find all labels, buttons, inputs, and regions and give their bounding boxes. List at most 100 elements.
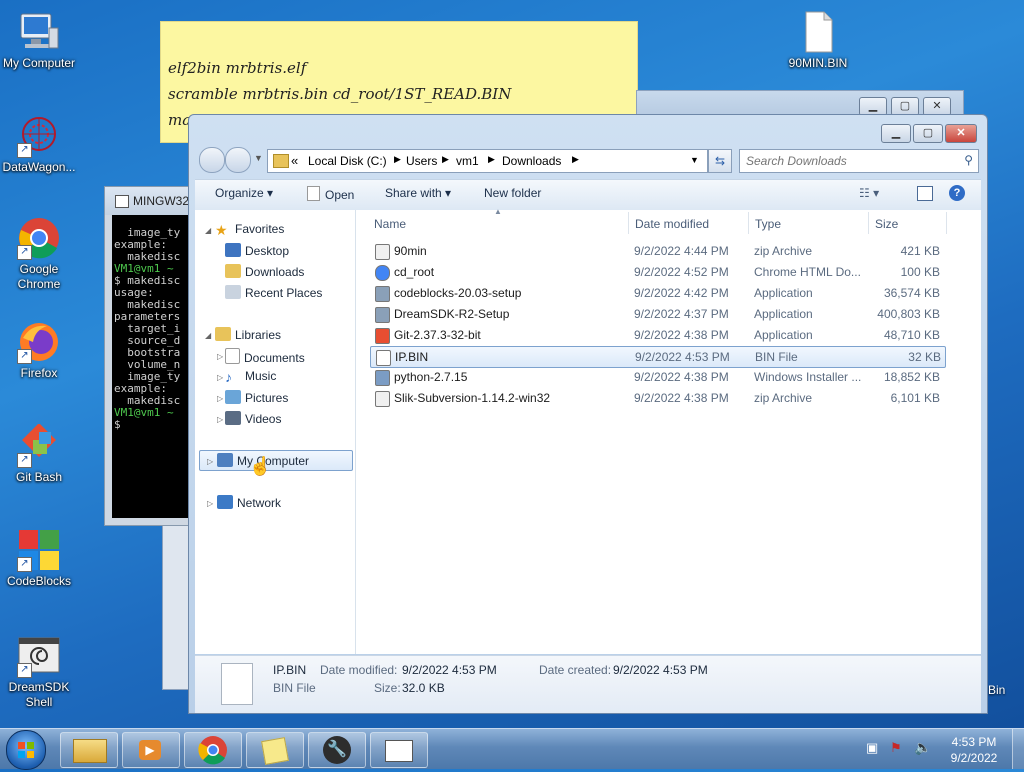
sticky-line-2: scramble mrbtris.bin cd_root/1ST_READ.BI… xyxy=(168,85,512,103)
file-name: IP.BIN xyxy=(395,350,429,364)
nav-downloads[interactable]: Downloads xyxy=(225,264,304,279)
start-button[interactable] xyxy=(6,730,46,770)
file-size: 48,710 KB xyxy=(883,328,940,342)
preview-pane-icon[interactable] xyxy=(917,186,933,201)
column-header-date[interactable]: Date modified xyxy=(635,217,709,231)
breadcrumb-vm1[interactable]: vm1 xyxy=(456,154,479,168)
file-type: Application xyxy=(754,286,813,300)
file-row[interactable]: IP.BIN 9/2/2022 4:53 PM BIN File 32 KB xyxy=(370,346,946,368)
desktop-icon-dreamsdk[interactable]: ↗ DreamSDK Shell xyxy=(1,634,77,710)
back-button[interactable] xyxy=(199,147,225,173)
collapse-arrow-icon[interactable]: ▷ xyxy=(217,352,223,361)
details-created-value: 9/2/2022 4:53 PM xyxy=(613,663,708,677)
file-row[interactable]: Slik-Subversion-1.14.2-win32 9/2/2022 4:3… xyxy=(370,388,944,408)
details-modified-value: 9/2/2022 4:53 PM xyxy=(402,663,497,677)
desktop-icon-firefox[interactable]: ↗ Firefox xyxy=(1,320,77,381)
breadcrumb-arrow-icon[interactable]: ▶ xyxy=(442,154,449,165)
refresh-button[interactable]: ⇆ xyxy=(708,149,732,173)
column-header-type[interactable]: Type xyxy=(755,217,781,231)
breadcrumb-arrow-icon[interactable]: ▶ xyxy=(572,154,579,165)
network-tray-icon[interactable]: ▣ xyxy=(866,740,878,756)
volume-tray-icon[interactable]: 🔈 xyxy=(914,739,931,756)
clock-date: 9/2/2022 xyxy=(950,751,998,765)
nav-network[interactable]: Network xyxy=(217,495,281,510)
breadcrumb-arrow-icon[interactable]: ▶ xyxy=(488,154,495,165)
desktop-icon-my-computer[interactable]: My Computer xyxy=(1,10,77,71)
nav-videos[interactable]: Videos xyxy=(225,411,281,426)
nav-recent-places[interactable]: Recent Places xyxy=(225,285,322,300)
file-row[interactable]: DreamSDK-R2-Setup 9/2/2022 4:37 PM Applica… xyxy=(370,304,944,324)
column-header-size[interactable]: Size xyxy=(875,217,898,231)
details-created-label: Date created: xyxy=(539,663,612,677)
collapse-arrow-icon[interactable]: ▷ xyxy=(217,394,223,403)
share-with-button[interactable]: Share with ▾ xyxy=(385,186,451,200)
open-button[interactable]: Open xyxy=(307,186,354,202)
taskbar: ▶ 🔧 ▣ ⚑ 🔈 4:53 PM 9/2/2022 xyxy=(0,728,1024,770)
collapse-arrow-icon[interactable]: ▷ xyxy=(217,415,223,424)
expand-arrow-icon[interactable]: ◢ xyxy=(205,226,211,235)
file-row[interactable]: Git-2.37.3-32-bit 9/2/2022 4:38 PM Applica… xyxy=(370,325,944,345)
address-overflow[interactable]: « xyxy=(291,153,298,168)
taskbar-sticky-notes[interactable] xyxy=(246,732,304,768)
desktop-icon-datawagon[interactable]: ↗ DataWagon... xyxy=(1,114,77,175)
taskbar-chrome[interactable] xyxy=(184,732,242,768)
nav-documents[interactable]: Documents xyxy=(225,348,305,365)
help-icon[interactable]: ? xyxy=(949,185,965,201)
breadcrumb-arrow-icon[interactable]: ▶ xyxy=(394,154,401,165)
view-options-icon[interactable]: ☷ ▾ xyxy=(859,186,879,200)
minimize-button[interactable]: ▁ xyxy=(881,124,911,143)
breadcrumb-users[interactable]: Users xyxy=(406,154,437,168)
collapse-arrow-icon[interactable]: ▷ xyxy=(217,373,223,382)
desktop-icon-90min-bin[interactable]: 90MIN.BIN xyxy=(780,10,856,71)
breadcrumb-downloads[interactable]: Downloads xyxy=(502,154,561,168)
column-header-name[interactable]: Name xyxy=(374,217,406,231)
zip-icon xyxy=(375,391,390,407)
forward-button[interactable] xyxy=(225,147,251,173)
column-divider[interactable] xyxy=(946,212,947,234)
column-divider[interactable] xyxy=(628,212,629,234)
nav-music[interactable]: ♪ Music xyxy=(225,369,276,385)
libraries-icon xyxy=(215,327,231,341)
taskbar-console[interactable] xyxy=(370,732,428,768)
file-row[interactable]: 90min 9/2/2022 4:44 PM zip Archive 421 KB xyxy=(370,241,944,261)
file-icon xyxy=(221,663,253,705)
desktop-icon-gitbash[interactable]: ↗ Git Bash xyxy=(1,423,77,485)
taskbar-explorer[interactable] xyxy=(60,732,118,768)
collapse-arrow-icon[interactable]: ▷ xyxy=(207,499,213,508)
desktop-icon-chrome[interactable]: ↗ Google Chrome xyxy=(1,216,77,292)
computer-icon xyxy=(17,10,61,54)
breadcrumb-local-disk[interactable]: Local Disk (C:) xyxy=(308,154,387,168)
nav-pictures[interactable]: Pictures xyxy=(225,390,288,405)
show-desktop-button[interactable] xyxy=(1012,729,1024,769)
action-center-tray-icon[interactable]: ⚑ xyxy=(890,740,902,756)
address-bar[interactable]: « Local Disk (C:) ▶ Users ▶ vm1 ▶ Downlo… xyxy=(267,149,708,173)
organize-button[interactable]: Organize ▾ xyxy=(215,186,273,200)
taskbar-dreamsdk[interactable]: 🔧 xyxy=(308,732,366,768)
recent-pages-dropdown[interactable]: ▼ xyxy=(254,153,263,163)
close-button[interactable]: ✕ xyxy=(945,124,977,143)
address-dropdown-icon[interactable]: ▼ xyxy=(690,155,699,165)
search-icon[interactable]: ⚲ xyxy=(964,153,973,167)
file-row[interactable]: codeblocks-20.03-setup 9/2/2022 4:42 PM Ap… xyxy=(370,283,944,303)
file-row[interactable]: cd_root 9/2/2022 4:52 PM Chrome HTML Do...… xyxy=(370,262,944,282)
file-type: Application xyxy=(754,307,813,321)
new-folder-button[interactable]: New folder xyxy=(484,186,541,200)
collapse-arrow-icon[interactable]: ▷ xyxy=(207,457,213,466)
column-divider[interactable] xyxy=(748,212,749,234)
desktop-icon-codeblocks[interactable]: ↗ CodeBlocks xyxy=(1,528,77,589)
desktop-icon-label: Firefox xyxy=(20,366,58,380)
computer-icon xyxy=(217,453,233,467)
column-divider[interactable] xyxy=(868,212,869,234)
taskbar-media-player[interactable]: ▶ xyxy=(122,732,180,768)
expand-arrow-icon[interactable]: ◢ xyxy=(205,331,211,340)
maximize-button[interactable]: ▢ xyxy=(913,124,943,143)
console-app-icon xyxy=(115,195,129,208)
nav-desktop[interactable]: Desktop xyxy=(225,243,289,258)
nav-libraries[interactable]: Libraries xyxy=(215,327,281,342)
clock[interactable]: 4:53 PM 9/2/2022 xyxy=(944,734,1004,766)
file-row[interactable]: python-2.7.15 9/2/2022 4:38 PM Windows Ins… xyxy=(370,367,944,387)
explorer-window[interactable]: ▁ ▢ ✕ ▼ « Local Disk (C:) ▶ Users ▶ vm1 … xyxy=(188,114,988,714)
nav-favorites[interactable]: ★ Favorites xyxy=(215,222,284,238)
search-box[interactable]: ⚲ xyxy=(739,149,979,173)
search-input[interactable] xyxy=(744,152,954,170)
